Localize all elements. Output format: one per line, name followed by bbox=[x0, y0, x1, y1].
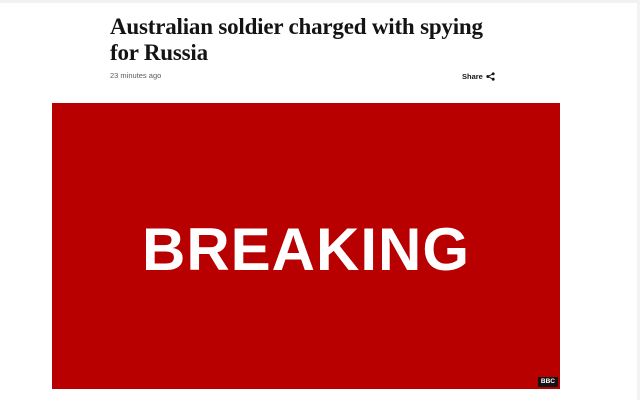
article-timestamp: 23 minutes ago bbox=[110, 71, 162, 80]
article-page: Australian soldier charged with spying f… bbox=[0, 0, 640, 400]
image-credit: BBC bbox=[537, 377, 558, 387]
share-button[interactable]: Share bbox=[462, 72, 495, 81]
share-icon bbox=[486, 72, 495, 81]
breaking-text: BREAKING bbox=[141, 215, 470, 283]
breaking-news-image: BREAKING BBC bbox=[52, 103, 560, 389]
article-headline: Australian soldier charged with spying f… bbox=[110, 14, 483, 65]
share-label: Share bbox=[462, 72, 483, 81]
window-top-border bbox=[0, 0, 640, 3]
